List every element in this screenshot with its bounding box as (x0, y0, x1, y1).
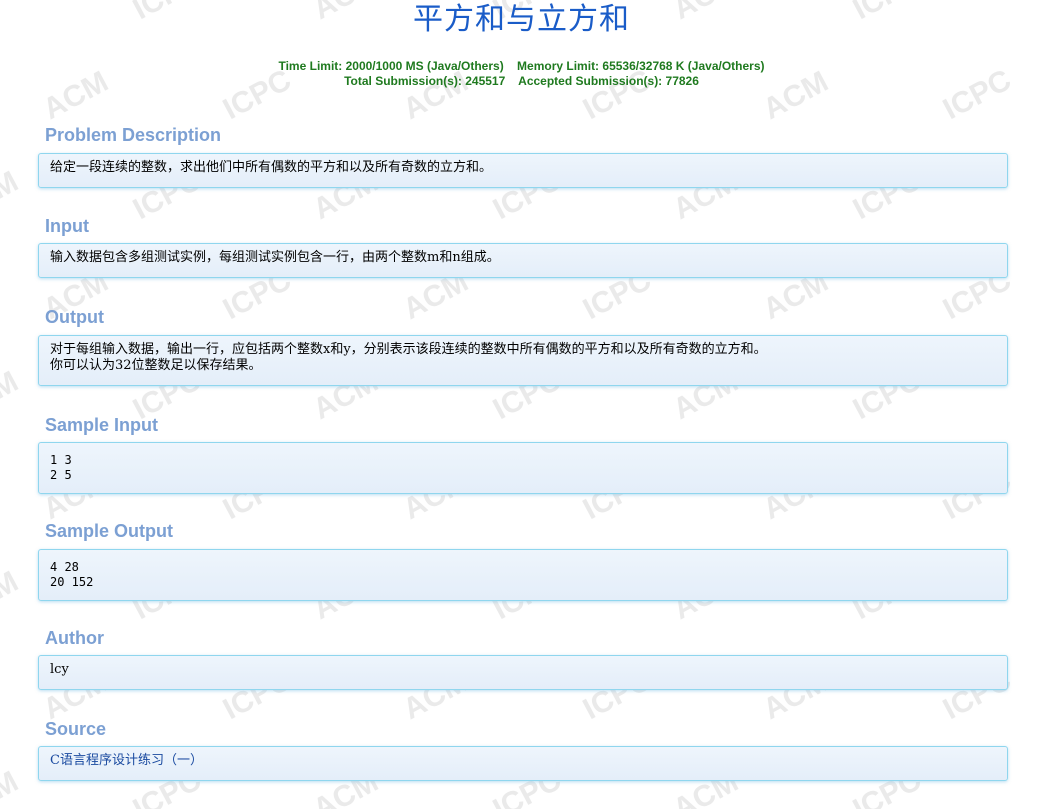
sample-output-line-1: 4 28 (50, 560, 79, 574)
output-heading: Output (45, 307, 104, 327)
watermark-text: ACM (0, 165, 24, 226)
author-heading: Author (45, 628, 104, 648)
author-panel: lcy (38, 655, 1008, 690)
source-heading: Source (45, 719, 107, 739)
sample-output-heading: Sample Output (45, 521, 174, 541)
watermark-text: ACM (0, 365, 24, 426)
sample-output-panel: 4 28 20 152 (38, 549, 1008, 601)
problem-description-text: 给定一段连续的整数，求出他们中所有偶数的平方和以及所有奇数的立方和。 (50, 160, 493, 175)
watermark-text: ACM (0, 765, 24, 809)
input-panel: 输入数据包含多组测试实例，每组测试实例包含一行，由两个整数m和n组成。 (38, 243, 1008, 278)
input-heading: Input (45, 216, 89, 236)
output-panel: 对于每组输入数据，输出一行，应包括两个整数x和y，分别表示该段连续的整数中所有偶… (38, 335, 1008, 386)
author-text: lcy (50, 662, 69, 677)
source-link[interactable]: C语言程序设计练习（一） (50, 753, 1002, 769)
input-text: 输入数据包含多组测试实例，每组测试实例包含一行，由两个整数m和n组成。 (50, 250, 500, 265)
limits-row-1: Time Limit: 2000/1000 MS (Java/Others) M… (0, 59, 1043, 74)
time-limit: Time Limit: 2000/1000 MS (Java/Others) (278, 59, 504, 73)
memory-limit: Memory Limit: 65536/32768 K (Java/Others… (517, 59, 765, 73)
total-submissions: Total Submission(s): 245517 (344, 74, 506, 88)
sample-output-line-2: 20 152 (50, 575, 94, 589)
sample-input-line-2: 2 5 (50, 468, 72, 482)
problem-description-heading: Problem Description (45, 125, 222, 145)
sample-input-panel: 1 3 2 5 (38, 442, 1008, 494)
limits-row-2: Total Submission(s): 245517 Accepted Sub… (0, 74, 1043, 89)
source-panel: C语言程序设计练习（一） (38, 746, 1008, 781)
problem-description-panel: 给定一段连续的整数，求出他们中所有偶数的平方和以及所有奇数的立方和。 (38, 153, 1008, 188)
sample-input-line-1: 1 3 (50, 453, 72, 467)
problem-limits: Time Limit: 2000/1000 MS (Java/Others) M… (0, 59, 1043, 89)
sample-input-heading: Sample Input (45, 415, 159, 435)
output-text-line-1: 对于每组输入数据，输出一行，应包括两个整数x和y，分别表示该段连续的整数中所有偶… (50, 342, 767, 357)
problem-title: 平方和与立方和 (413, 2, 630, 37)
accepted-submissions: Accepted Submission(s): 77826 (518, 74, 699, 88)
watermark-text: ACM (0, 565, 24, 626)
output-text-line-2: 你可以认为32位整数足以保存结果。 (50, 358, 262, 373)
